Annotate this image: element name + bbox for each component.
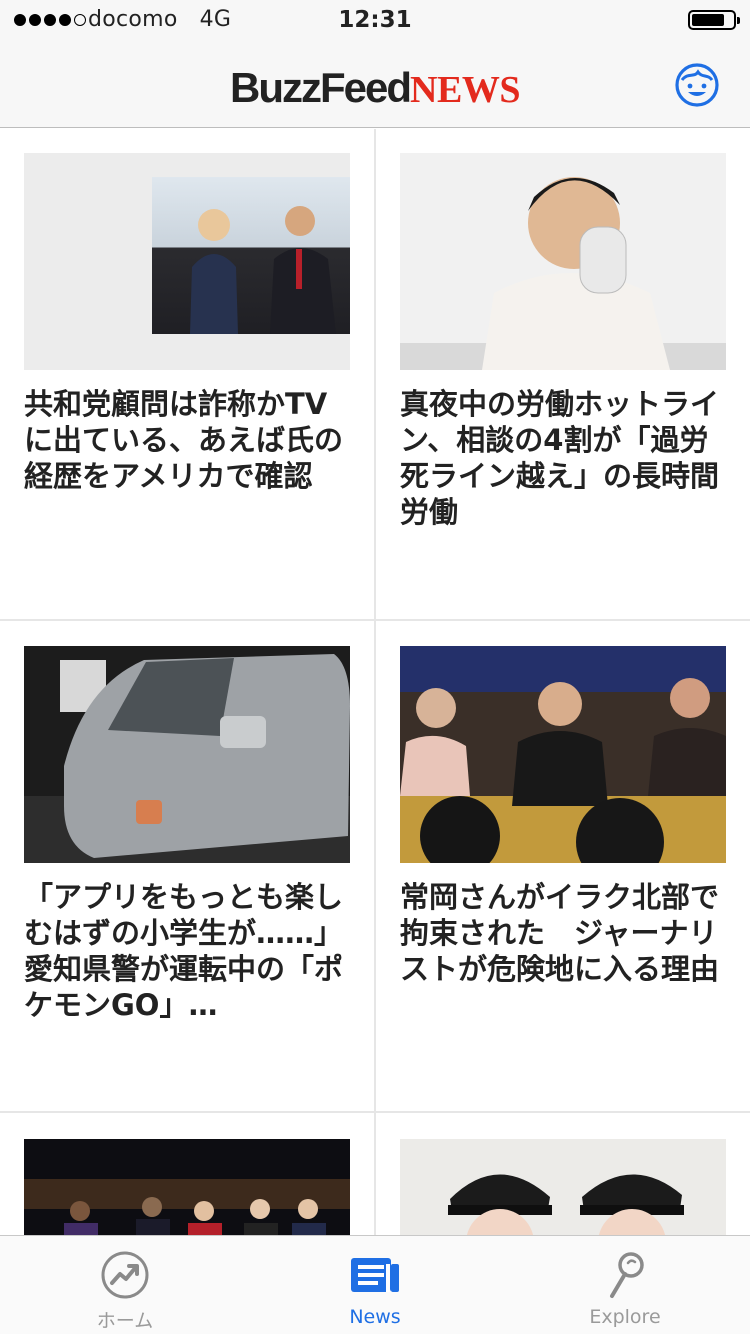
trending-icon (101, 1251, 149, 1299)
article-card[interactable]: 共和党顧問は詐称かTVに出ている、あえば氏の経歴をアメリカで確認 (24, 153, 350, 494)
article-thumbnail (400, 153, 726, 370)
feed-row: 「アプリをもっとも楽しむはずの小学生が……」 愛知県警が運転中の「ポケモンGO」… (0, 621, 750, 1113)
feed-row: 共和党顧問は詐称かTVに出ている、あえば氏の経歴をアメリカで確認 真夜中の労働ホ… (0, 129, 750, 621)
news-feed[interactable]: 共和党顧問は詐称かTVに出ている、あえば氏の経歴をアメリカで確認 真夜中の労働ホ… (0, 129, 750, 1235)
logo-buzzfeed: BuzzFeed (230, 64, 412, 111)
feed-row (0, 1113, 750, 1235)
nav-bar: BuzzFeedNEWS (0, 42, 750, 128)
tab-home-label: ホーム (96, 1310, 154, 1332)
article-headline: 常岡さんがイラク北部で拘束された ジャーナリストが危険地に入る理由 (400, 880, 720, 986)
news-icon (351, 1258, 399, 1292)
face-icon (675, 63, 719, 107)
article-card[interactable]: 「アプリをもっとも楽しむはずの小学生が……」 愛知県警が運転中の「ポケモンGO」… (24, 646, 350, 1023)
status-time: 12:31 (338, 7, 412, 33)
article-card[interactable]: 真夜中の労働ホットライン、相談の4割が「過労死ライン越え」の長時間労働 (400, 153, 726, 530)
article-headline: 真夜中の労働ホットライン、相談の4割が「過労死ライン越え」の長時間労働 (400, 387, 720, 529)
tab-news[interactable]: News (250, 1236, 500, 1334)
article-card[interactable] (24, 1139, 350, 1235)
article-thumbnail (24, 1139, 350, 1235)
article-thumbnail (24, 646, 350, 863)
search-icon (610, 1252, 644, 1298)
battery-icon (688, 10, 740, 30)
profile-button[interactable] (674, 62, 720, 108)
article-thumbnail (24, 153, 350, 370)
article-headline: 「アプリをもっとも楽しむはずの小学生が……」 愛知県警が運転中の「ポケモンGO」… (24, 880, 344, 1022)
article-headline: 共和党顧問は詐称かTVに出ている、あえば氏の経歴をアメリカで確認 (24, 387, 344, 493)
article-card[interactable] (400, 1139, 726, 1235)
tab-news-label: News (349, 1306, 401, 1328)
article-card[interactable]: 常岡さんがイラク北部で拘束された ジャーナリストが危険地に入る理由 (400, 646, 726, 987)
tab-explore-label: Explore (589, 1306, 661, 1328)
buzzfeed-news-logo: BuzzFeedNEWS (0, 64, 750, 112)
tab-home[interactable]: ホーム (0, 1236, 250, 1334)
logo-news: NEWS (410, 69, 520, 111)
tab-explore[interactable]: Explore (500, 1236, 750, 1334)
status-bar: docomo 4G 12:31 (0, 0, 750, 42)
article-thumbnail (400, 1139, 726, 1235)
tab-bar: ホーム News Explore (0, 1235, 750, 1334)
article-thumbnail (400, 646, 726, 863)
